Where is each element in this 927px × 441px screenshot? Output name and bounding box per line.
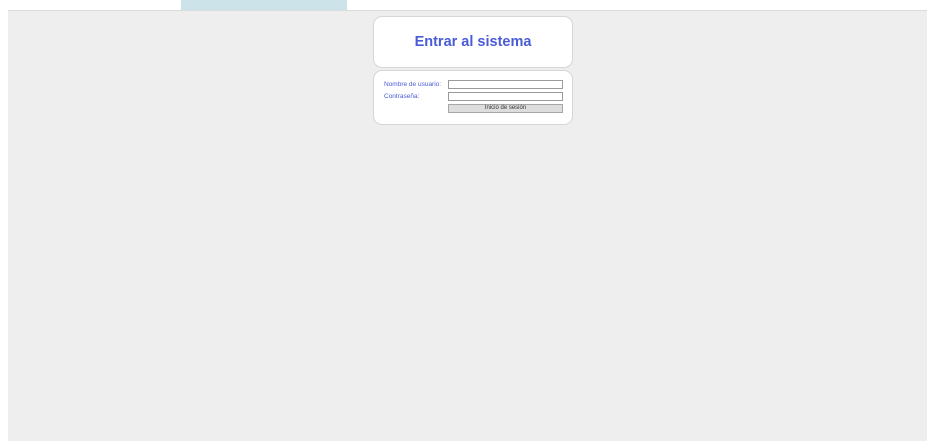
login-form: Nombre de usuario: Contraseña: Inicio de…: [373, 70, 573, 125]
login-button[interactable]: Inicio de sesión: [448, 104, 563, 113]
password-label: Contraseña:: [384, 93, 420, 100]
login-title-card: Entrar al sistema: [373, 16, 573, 68]
top-bar: [0, 0, 927, 10]
page-title: Entrar al sistema: [414, 34, 532, 50]
username-input[interactable]: [448, 80, 563, 89]
password-input[interactable]: [448, 92, 563, 101]
username-label: Nombre de usuario:: [384, 81, 442, 88]
top-tab[interactable]: [181, 0, 347, 10]
